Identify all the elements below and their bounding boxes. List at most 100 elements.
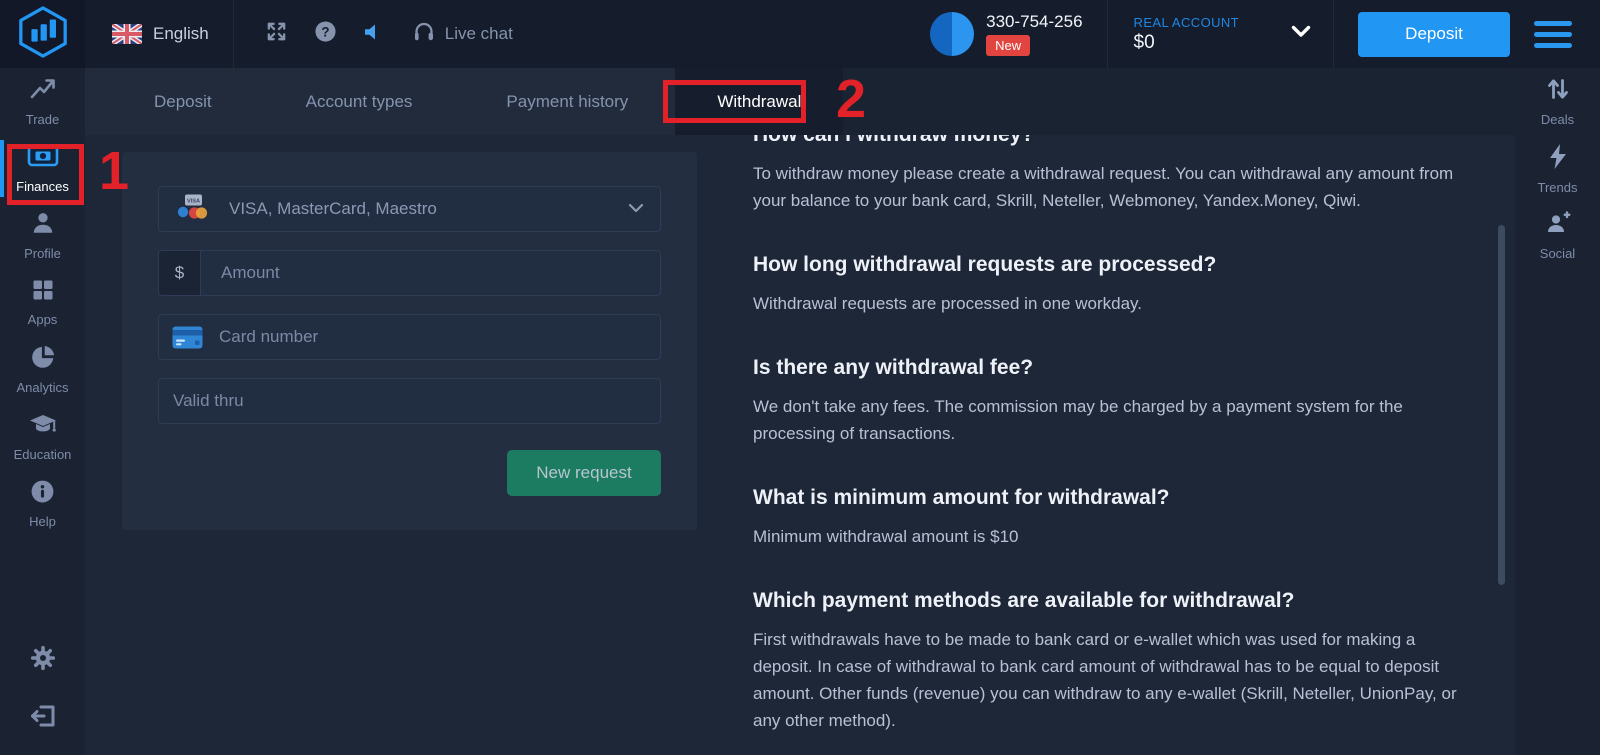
logout-button[interactable]: [0, 689, 85, 747]
sound-button[interactable]: [362, 20, 386, 49]
withdrawal-form-card: VISA VISA, MasterCard, Maestro $: [122, 152, 697, 530]
settings-button[interactable]: [0, 631, 85, 689]
withdrawal-page: VISA VISA, MasterCard, Maestro $: [85, 135, 1515, 755]
header-divider: [233, 0, 234, 68]
sidebar-item-finances[interactable]: Finances: [0, 135, 85, 202]
new-request-button[interactable]: New request: [507, 450, 661, 496]
card-number-field: [158, 314, 661, 360]
sidebar-item-deals[interactable]: Deals: [1515, 68, 1600, 135]
faq-answer: To withdraw money please create a withdr…: [753, 160, 1465, 214]
avatar: [930, 12, 974, 56]
tab-payment-history[interactable]: Payment history: [459, 68, 675, 135]
payment-method-value: VISA, MasterCard, Maestro: [229, 199, 437, 219]
sidebar-item-label: Analytics: [16, 380, 68, 395]
pie-chart-icon: [30, 344, 56, 375]
sidebar-item-apps[interactable]: Apps: [0, 269, 85, 336]
tab-bar-filler: [843, 68, 1515, 135]
sidebar-item-trends[interactable]: Trends: [1515, 135, 1600, 202]
valid-thru-field: [158, 378, 661, 424]
language-selector[interactable]: English: [112, 24, 209, 44]
deposit-button[interactable]: Deposit: [1358, 12, 1510, 57]
svg-text:?: ?: [321, 24, 329, 39]
sidebar-item-trade[interactable]: Trade: [0, 68, 85, 135]
header-divider: [1107, 0, 1108, 68]
hamburger-icon: [1534, 21, 1572, 26]
account-balance: $0: [1134, 32, 1239, 54]
logo-hexagon-chart-icon: [16, 4, 70, 65]
card-number-input[interactable]: [205, 315, 660, 359]
account-switcher[interactable]: REAL ACCOUNT $0: [1134, 15, 1333, 54]
faq-section: What is minimum amount for withdrawal? M…: [753, 485, 1465, 550]
headset-icon: [412, 20, 436, 49]
account-id: 330-754-256: [986, 12, 1082, 32]
faq-question: Which payment methods are available for …: [753, 588, 1465, 614]
app-logo[interactable]: [0, 0, 85, 68]
live-chat-button[interactable]: Live chat: [412, 20, 513, 49]
faq-section: How long withdrawal requests are process…: [753, 252, 1465, 317]
speaker-icon: [362, 20, 386, 49]
expand-icon: [265, 20, 288, 48]
svg-text:VISA: VISA: [187, 198, 200, 204]
live-chat-label: Live chat: [445, 24, 513, 44]
sidebar-item-label: Trade: [26, 112, 59, 127]
tab-account-types[interactable]: Account types: [259, 68, 460, 135]
faq-section: Which payment methods are available for …: [753, 588, 1465, 734]
person-icon: [30, 210, 56, 241]
left-sidebar: Trade Finances Profile: [0, 68, 85, 755]
faq-answer: Withdrawal requests are processed in one…: [753, 290, 1465, 317]
graduation-cap-icon: [28, 411, 58, 442]
faq-question: What is minimum amount for withdrawal?: [753, 485, 1465, 511]
header-divider: [1333, 0, 1334, 68]
finances-tab-bar: Deposit Account types Payment history Wi…: [85, 68, 1515, 135]
up-down-arrows-icon: [1545, 76, 1571, 107]
sidebar-item-analytics[interactable]: Analytics: [0, 336, 85, 403]
bank-cards-icon: VISA: [175, 193, 211, 226]
sidebar-item-label: Social: [1540, 246, 1575, 261]
menu-button[interactable]: [1534, 21, 1572, 48]
help-button[interactable]: ?: [314, 20, 337, 48]
sidebar-item-label: Deals: [1541, 112, 1574, 127]
withdrawal-faq: How can I withdraw money? To withdraw mo…: [753, 135, 1465, 734]
faq-question: Is there any withdrawal fee?: [753, 355, 1465, 381]
payment-method-select[interactable]: VISA VISA, MasterCard, Maestro: [158, 186, 661, 232]
chevron-down-icon: [628, 200, 644, 218]
sidebar-item-help[interactable]: Help: [0, 470, 85, 537]
account-profile[interactable]: 330-754-256 New: [930, 12, 1082, 56]
question-circle-icon: ?: [314, 20, 337, 48]
faq-answer: Minimum withdrawal amount is $10: [753, 523, 1465, 550]
tab-withdrawal[interactable]: Withdrawal: [675, 68, 843, 135]
new-badge: New: [986, 35, 1030, 56]
sidebar-item-label: Education: [14, 447, 72, 462]
faq-answer: We don't take any fees. The commission m…: [753, 393, 1465, 447]
faq-question: How can I withdraw money?: [753, 135, 1465, 148]
sidebar-item-social[interactable]: Social: [1515, 202, 1600, 269]
sidebar-item-label: Finances: [16, 179, 69, 194]
valid-thru-input[interactable]: [159, 379, 660, 423]
credit-card-icon: [159, 326, 205, 349]
sidebar-item-label: Apps: [28, 312, 58, 327]
uk-flag-icon: [112, 24, 142, 44]
account-type-label: REAL ACCOUNT: [1134, 15, 1239, 30]
lightning-icon: [1546, 143, 1570, 175]
vertical-scrollbar[interactable]: [1498, 225, 1505, 585]
sidebar-item-label: Profile: [24, 246, 61, 261]
logout-icon: [29, 702, 57, 735]
chevron-down-icon: [1291, 25, 1311, 43]
main-area: Deposit Account types Payment history Wi…: [85, 68, 1515, 755]
sidebar-item-profile[interactable]: Profile: [0, 202, 85, 269]
right-sidebar: Deals Trends Social: [1515, 68, 1600, 755]
fullscreen-button[interactable]: [265, 20, 288, 48]
gear-icon: [29, 644, 57, 677]
faq-section: How can I withdraw money? To withdraw mo…: [753, 135, 1465, 214]
amount-input[interactable]: [201, 251, 660, 295]
amount-field: $: [158, 250, 661, 296]
banknote-icon: [27, 143, 59, 174]
faq-section: Is there any withdrawal fee? We don't ta…: [753, 355, 1465, 447]
tab-deposit[interactable]: Deposit: [107, 68, 259, 135]
sidebar-item-label: Trends: [1538, 180, 1578, 195]
dollar-prefix: $: [159, 251, 201, 295]
sidebar-item-education[interactable]: Education: [0, 403, 85, 470]
language-label: English: [153, 24, 209, 44]
top-header: English ?: [0, 0, 1600, 68]
grid-icon: [31, 278, 55, 307]
